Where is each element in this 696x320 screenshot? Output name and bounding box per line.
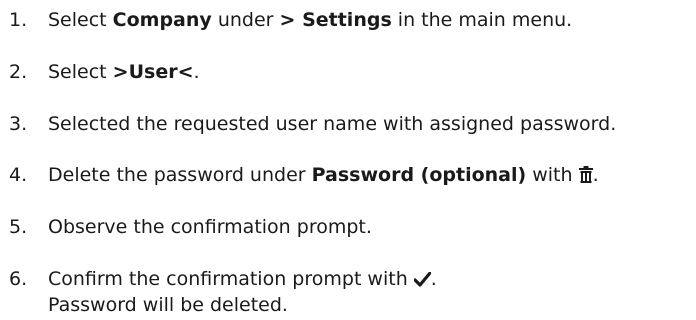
result-text: Password will be deleted. — [48, 294, 288, 316]
step-number: 6. — [9, 268, 28, 290]
text-segment: with — [526, 164, 579, 186]
step-text: Select Company under > Settings in the m… — [48, 8, 572, 32]
checkmark-icon — [413, 269, 432, 293]
text-segment: . — [193, 61, 200, 83]
text-segment: Confirm the confirmation prompt with — [48, 268, 414, 290]
step-number: 1. — [9, 9, 28, 31]
step-number: 4. — [9, 164, 28, 186]
text-segment: . — [430, 268, 437, 290]
text-segment: Select — [48, 61, 113, 83]
text-segment: in the main menu. — [391, 9, 573, 31]
step-text: Delete the password under Password (opti… — [48, 163, 599, 189]
trash-icon — [578, 165, 593, 189]
step-number: 5. — [9, 216, 28, 238]
step-number: 3. — [9, 113, 28, 135]
text-segment: Delete the password under — [48, 164, 312, 186]
step-text: Select >User<. — [48, 60, 200, 84]
step-number: 2. — [9, 61, 28, 83]
menu-item-company: Company — [112, 9, 212, 31]
user-option: >User< — [112, 61, 194, 83]
step-text: Observe the confirmation prompt. — [48, 216, 372, 238]
text-segment: . — [592, 164, 599, 186]
step-text: Confirm the confirmation prompt with . Pa… — [48, 267, 437, 317]
password-field-label: Password (optional) — [311, 164, 527, 186]
text-segment: Select — [48, 9, 113, 31]
step-text: Selected the requested user name with as… — [48, 113, 617, 135]
text-segment: under — [211, 9, 280, 31]
menu-path-settings: > Settings — [279, 9, 392, 31]
